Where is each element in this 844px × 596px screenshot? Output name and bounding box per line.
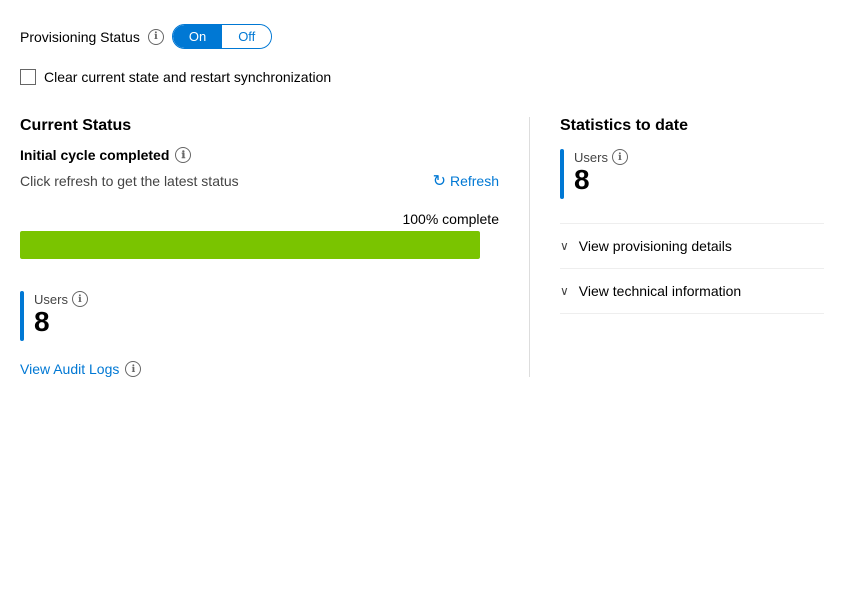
restart-sync-row: Clear current state and restart synchron… — [20, 69, 824, 85]
users-stat-bar-left — [20, 291, 24, 341]
view-technical-information-row[interactable]: ∨ View technical information — [560, 268, 824, 314]
users-label-right: Users ℹ — [574, 149, 628, 165]
progress-bar — [20, 231, 480, 259]
users-info-icon-left[interactable]: ℹ — [72, 291, 88, 307]
users-stat-bar-right — [560, 149, 564, 199]
users-stat-left: Users ℹ 8 — [20, 291, 499, 341]
statistics-title: Statistics to date — [560, 117, 824, 135]
provisioning-details-chevron-icon: ∨ — [560, 239, 569, 253]
main-content: Current Status Initial cycle completed ℹ… — [20, 117, 824, 377]
users-info-icon-right[interactable]: ℹ — [612, 149, 628, 165]
provisioning-toggle[interactable]: On Off — [172, 24, 272, 49]
progress-bar-fill — [20, 231, 480, 259]
technical-info-chevron-icon: ∨ — [560, 284, 569, 298]
restart-sync-label: Clear current state and restart synchron… — [44, 69, 331, 85]
view-provisioning-details-row[interactable]: ∨ View provisioning details — [560, 223, 824, 268]
audit-logs-info-icon[interactable]: ℹ — [125, 361, 141, 377]
toggle-off-option[interactable]: Off — [222, 25, 271, 48]
users-stat-right: Users ℹ 8 — [560, 149, 824, 199]
left-panel: Current Status Initial cycle completed ℹ… — [20, 117, 530, 377]
progress-label: 100% complete — [20, 211, 499, 227]
refresh-hint-text: Click refresh to get the latest status — [20, 173, 239, 189]
provisioning-details-label: View provisioning details — [579, 238, 732, 254]
initial-cycle-row: Initial cycle completed ℹ — [20, 147, 499, 163]
provisioning-status-label: Provisioning Status — [20, 29, 140, 45]
technical-info-label: View technical information — [579, 283, 741, 299]
provisioning-status-row: Provisioning Status ℹ On Off — [20, 24, 824, 49]
audit-logs-row: View Audit Logs ℹ — [20, 361, 499, 377]
restart-sync-checkbox[interactable] — [20, 69, 36, 85]
right-panel: Statistics to date Users ℹ 8 ∨ View prov… — [530, 117, 824, 377]
current-status-title: Current Status — [20, 117, 499, 135]
refresh-row: Click refresh to get the latest status ↻… — [20, 171, 499, 191]
audit-logs-link[interactable]: View Audit Logs — [20, 361, 119, 377]
users-count-right: 8 — [574, 165, 628, 196]
initial-cycle-label: Initial cycle completed — [20, 147, 169, 163]
refresh-button[interactable]: ↻ Refresh — [433, 171, 499, 191]
cycle-info-icon[interactable]: ℹ — [175, 147, 191, 163]
users-count-left: 8 — [34, 307, 88, 338]
toggle-on-option[interactable]: On — [173, 25, 222, 48]
users-label-left: Users ℹ — [34, 291, 88, 307]
refresh-icon: ↻ — [433, 171, 446, 191]
provisioning-status-info-icon[interactable]: ℹ — [148, 29, 164, 45]
refresh-button-label: Refresh — [450, 173, 499, 189]
